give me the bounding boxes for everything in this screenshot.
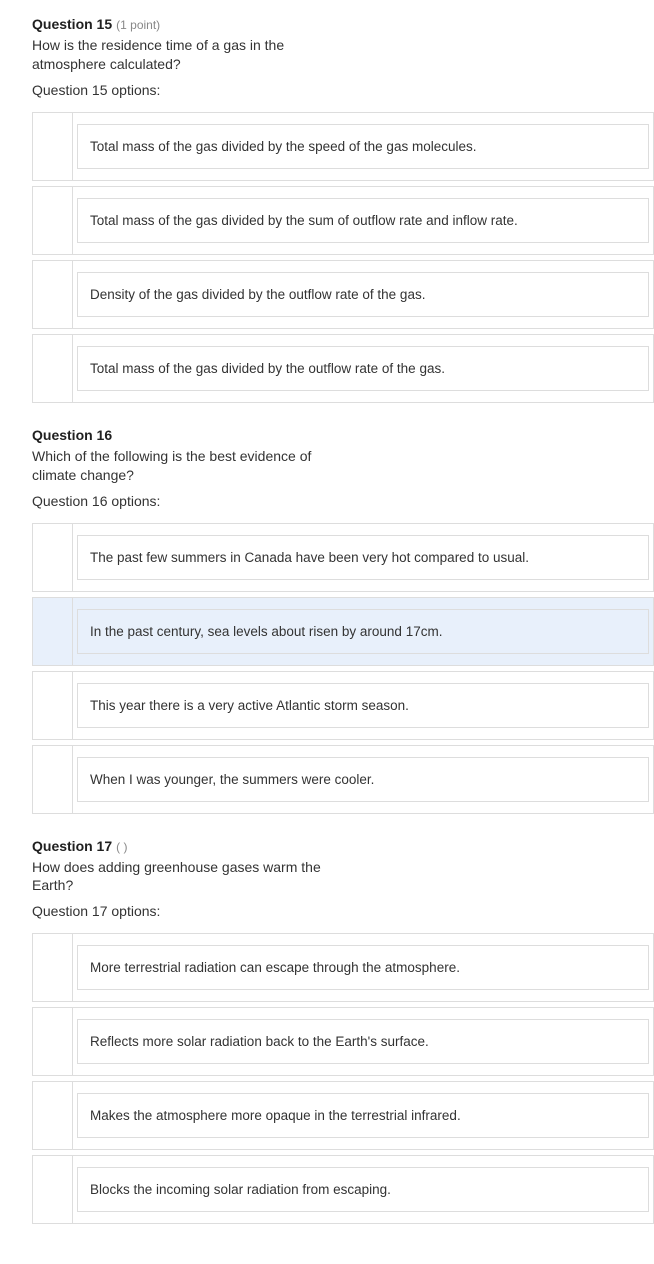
option-row[interactable]: Makes the atmosphere more opaque in the … — [33, 1082, 654, 1150]
quiz-root: Question 15 (1 point) How is the residence… — [32, 16, 654, 1224]
option-radio-cell[interactable] — [33, 260, 73, 328]
option-radio-cell[interactable] — [33, 112, 73, 180]
question-text: Which of the following is the best evide… — [32, 447, 352, 485]
question-number-text: Question 17 — [32, 838, 112, 854]
option-text: The past few summers in Canada have been… — [77, 535, 649, 580]
option-text: In the past century, sea levels about ri… — [77, 609, 649, 654]
question-number: Question 17 ( ) — [32, 838, 654, 854]
option-radio-cell[interactable] — [33, 1156, 73, 1224]
option-row[interactable]: This year there is a very active Atlanti… — [33, 671, 654, 739]
option-radio-cell[interactable] — [33, 523, 73, 591]
option-text: Density of the gas divided by the outflo… — [77, 272, 649, 317]
question-text: How does adding greenhouse gases warm th… — [32, 858, 352, 896]
option-text: Reflects more solar radiation back to th… — [77, 1019, 649, 1064]
question-number: Question 16 — [32, 427, 654, 443]
option-radio-cell[interactable] — [33, 186, 73, 254]
option-text-cell[interactable]: Blocks the incoming solar radiation from… — [73, 1156, 654, 1224]
option-radio-cell[interactable] — [33, 671, 73, 739]
option-text: Total mass of the gas divided by the sum… — [77, 198, 649, 243]
question-block: Question 17 ( ) How does adding greenhouse… — [32, 838, 654, 1225]
option-text-cell[interactable]: The past few summers in Canada have been… — [73, 523, 654, 591]
option-text-cell[interactable]: Total mass of the gas divided by the sum… — [73, 186, 654, 254]
option-row[interactable]: Total mass of the gas divided by the spe… — [33, 112, 654, 180]
option-row[interactable]: Total mass of the gas divided by the sum… — [33, 186, 654, 254]
option-row[interactable]: The past few summers in Canada have been… — [33, 523, 654, 591]
option-radio-cell[interactable] — [33, 1082, 73, 1150]
question-block: Question 16 Which of the following is th… — [32, 427, 654, 814]
option-row[interactable]: Reflects more solar radiation back to th… — [33, 1008, 654, 1076]
option-radio-cell[interactable] — [33, 1008, 73, 1076]
option-text-cell[interactable]: More terrestrial radiation can escape th… — [73, 934, 654, 1002]
option-text-cell[interactable]: Reflects more solar radiation back to th… — [73, 1008, 654, 1076]
options-table: The past few summers in Canada have been… — [32, 523, 654, 814]
question-number-text: Question 16 — [32, 427, 112, 443]
options-label: Question 15 options: — [32, 82, 654, 98]
option-text-cell[interactable]: Makes the atmosphere more opaque in the … — [73, 1082, 654, 1150]
option-text: Makes the atmosphere more opaque in the … — [77, 1093, 649, 1138]
option-text: More terrestrial radiation can escape th… — [77, 945, 649, 990]
option-row[interactable]: More terrestrial radiation can escape th… — [33, 934, 654, 1002]
option-text: Total mass of the gas divided by the out… — [77, 346, 649, 391]
option-radio-cell[interactable] — [33, 745, 73, 813]
option-radio-cell[interactable] — [33, 334, 73, 402]
option-text-cell[interactable]: Density of the gas divided by the outflo… — [73, 260, 654, 328]
option-row[interactable]: Density of the gas divided by the outflo… — [33, 260, 654, 328]
option-text: This year there is a very active Atlanti… — [77, 683, 649, 728]
question-points: ( ) — [116, 840, 127, 854]
option-text: Blocks the incoming solar radiation from… — [77, 1167, 649, 1212]
options-table: More terrestrial radiation can escape th… — [32, 933, 654, 1224]
question-points: (1 point) — [116, 18, 160, 32]
options-label: Question 16 options: — [32, 493, 654, 509]
option-row[interactable]: Total mass of the gas divided by the out… — [33, 334, 654, 402]
option-text-cell[interactable]: In the past century, sea levels about ri… — [73, 597, 654, 665]
options-label: Question 17 options: — [32, 903, 654, 919]
option-text-cell[interactable]: Total mass of the gas divided by the out… — [73, 334, 654, 402]
options-table: Total mass of the gas divided by the spe… — [32, 112, 654, 403]
option-radio-cell[interactable] — [33, 934, 73, 1002]
option-text-cell[interactable]: When I was younger, the summers were coo… — [73, 745, 654, 813]
option-row[interactable]: In the past century, sea levels about ri… — [33, 597, 654, 665]
option-radio-cell[interactable] — [33, 597, 73, 665]
option-text-cell[interactable]: Total mass of the gas divided by the spe… — [73, 112, 654, 180]
option-row[interactable]: When I was younger, the summers were coo… — [33, 745, 654, 813]
question-block: Question 15 (1 point) How is the residence… — [32, 16, 654, 403]
option-text-cell[interactable]: This year there is a very active Atlanti… — [73, 671, 654, 739]
option-text: When I was younger, the summers were coo… — [77, 757, 649, 802]
question-number-text: Question 15 — [32, 16, 112, 32]
question-text: How is the residence time of a gas in th… — [32, 36, 352, 74]
option-text: Total mass of the gas divided by the spe… — [77, 124, 649, 169]
option-row[interactable]: Blocks the incoming solar radiation from… — [33, 1156, 654, 1224]
question-number: Question 15 (1 point) — [32, 16, 654, 32]
